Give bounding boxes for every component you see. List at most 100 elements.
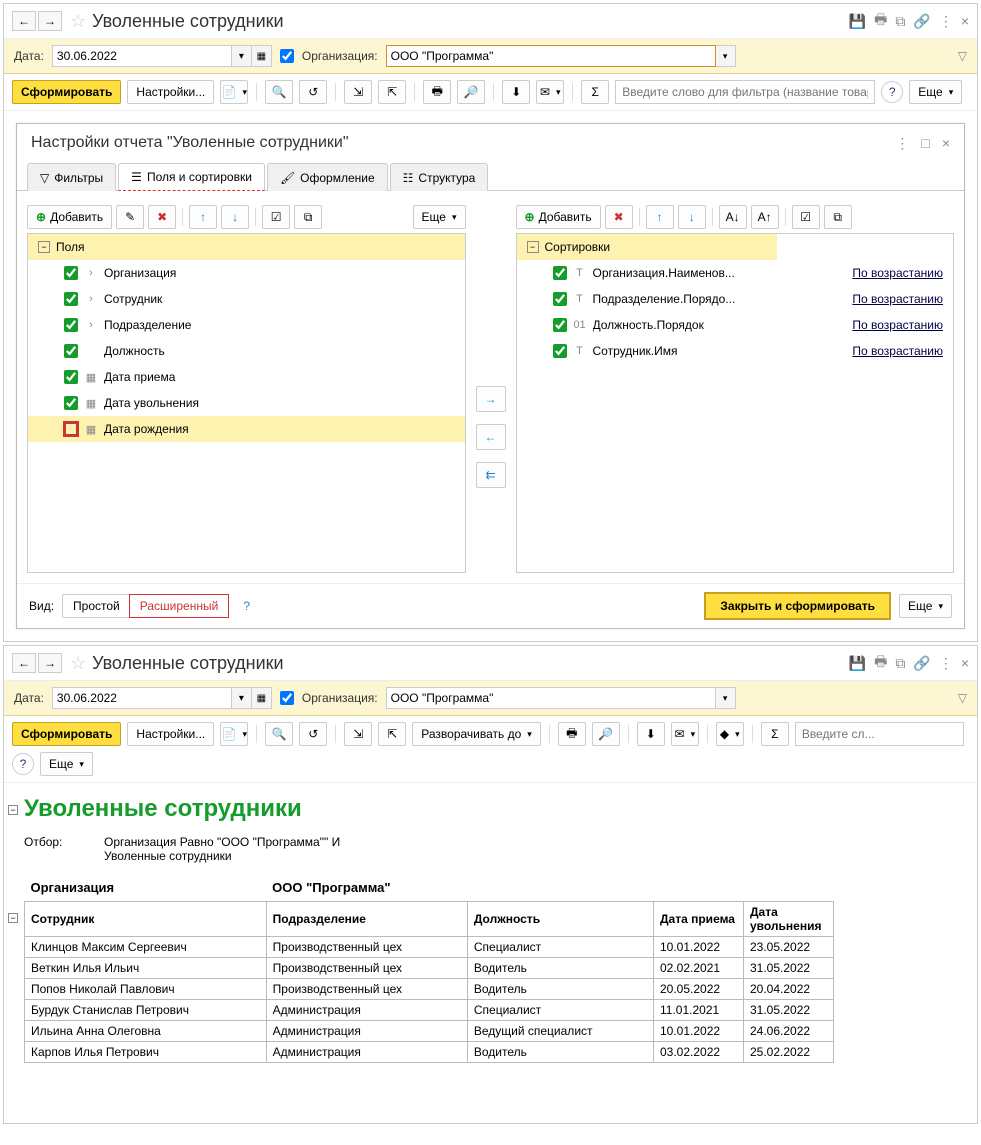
more-icon[interactable]: ⋮ bbox=[939, 13, 953, 30]
sort-list[interactable]: − Сортировки ТОрганизация.Наименов...По … bbox=[516, 233, 955, 573]
save-file-button[interactable]: ⬇ bbox=[502, 80, 530, 104]
more-button[interactable]: Еще▾ bbox=[909, 80, 962, 104]
expand-button[interactable]: ⇲ bbox=[344, 722, 372, 746]
collapse-button[interactable]: ⇱ bbox=[378, 722, 406, 746]
fields-copy-button[interactable]: ⧉ bbox=[294, 205, 322, 229]
fields-checkall-button[interactable]: ☑ bbox=[262, 205, 290, 229]
sort-checkbox[interactable] bbox=[553, 318, 567, 332]
sort-copy-button[interactable]: ⧉ bbox=[824, 205, 852, 229]
field-row[interactable]: ›Подразделение bbox=[28, 312, 465, 338]
expand-to-button[interactable]: Разворачивать до▾ bbox=[412, 722, 541, 746]
filter-text-input[interactable] bbox=[795, 722, 964, 746]
sort-row[interactable]: ТПодразделение.Порядо...По возрастанию bbox=[517, 286, 954, 312]
field-checkbox[interactable] bbox=[64, 396, 78, 410]
help-link[interactable]: ? bbox=[243, 599, 250, 613]
dialog-maximize-icon[interactable]: □ bbox=[921, 135, 929, 152]
email-button[interactable]: ✉▾ bbox=[536, 80, 564, 104]
search-back-button[interactable]: ↺ bbox=[299, 80, 327, 104]
fields-edit-button[interactable]: ✎ bbox=[116, 205, 144, 229]
sort-checkbox[interactable] bbox=[553, 292, 567, 306]
field-row[interactable]: ›Организация bbox=[28, 260, 465, 286]
fields-delete-button[interactable]: ✖ bbox=[148, 205, 176, 229]
table-row[interactable]: Бурдук Станислав ПетровичАдминистрацияСп… bbox=[25, 1000, 834, 1021]
filter-funnel-icon[interactable]: ▽ bbox=[958, 49, 967, 63]
fields-add-button[interactable]: ⊕ Добавить bbox=[27, 205, 112, 229]
table-row[interactable]: Ильина Анна ОлеговнаАдминистрацияВедущий… bbox=[25, 1021, 834, 1042]
help-button[interactable]: ? bbox=[881, 81, 903, 103]
field-row[interactable]: ▦Дата приема bbox=[28, 364, 465, 390]
sort-add-button[interactable]: ⊕ Добавить bbox=[516, 205, 601, 229]
print-button[interactable]: 🖶 bbox=[558, 722, 586, 746]
sort-checkbox[interactable] bbox=[553, 344, 567, 358]
search-back-button[interactable]: ↺ bbox=[299, 722, 327, 746]
settings-more-button[interactable]: 📄▾ bbox=[220, 722, 248, 746]
save-file-button[interactable]: ⬇ bbox=[637, 722, 665, 746]
collapse-button[interactable]: ⇱ bbox=[378, 80, 406, 104]
field-row[interactable]: ›Сотрудник bbox=[28, 286, 465, 312]
org-input[interactable] bbox=[386, 687, 716, 709]
table-row[interactable]: Попов Николай ПавловичПроизводственный ц… bbox=[25, 979, 834, 1000]
org-enable-checkbox[interactable] bbox=[280, 691, 294, 705]
search-button[interactable]: 🔍 bbox=[265, 80, 293, 104]
fields-up-button[interactable]: ↑ bbox=[189, 205, 217, 229]
sum-button[interactable]: Σ bbox=[581, 80, 609, 104]
table-row[interactable]: Веткин Илья ИльичПроизводственный цехВод… bbox=[25, 958, 834, 979]
tab-filters[interactable]: ▽Фильтры bbox=[27, 163, 116, 191]
filter-text-input[interactable] bbox=[615, 80, 875, 104]
external-icon[interactable]: ⧉ bbox=[895, 655, 905, 672]
field-checkbox[interactable] bbox=[64, 422, 78, 436]
form-button[interactable]: Сформировать bbox=[12, 80, 121, 104]
org-dropdown-button[interactable]: ▾ bbox=[716, 687, 736, 709]
collapse-icon[interactable]: − bbox=[527, 241, 539, 253]
email-button[interactable]: ✉▾ bbox=[671, 722, 699, 746]
table-row[interactable]: Карпов Илья ПетровичАдминистрацияВодител… bbox=[25, 1042, 834, 1063]
tab-structure[interactable]: ☷Структура bbox=[390, 163, 489, 191]
nav-forward-button[interactable]: → bbox=[38, 11, 62, 31]
date-input[interactable] bbox=[52, 45, 232, 67]
sort-checkall-button[interactable]: ☑ bbox=[792, 205, 820, 229]
table-row[interactable]: Клинцов Максим СергеевичПроизводственный… bbox=[25, 937, 834, 958]
help-button[interactable]: ? bbox=[12, 753, 34, 775]
save-icon[interactable]: 💾 bbox=[849, 655, 866, 672]
sort-header-row[interactable]: − Сортировки bbox=[517, 234, 777, 260]
nav-back-button[interactable]: ← bbox=[12, 653, 36, 673]
preview-button[interactable]: 🔎 bbox=[592, 722, 620, 746]
fields-more-button[interactable]: Еще▾ bbox=[413, 205, 466, 229]
sort-delete-button[interactable]: ✖ bbox=[605, 205, 633, 229]
sort-asc-button[interactable]: A↓ bbox=[719, 205, 747, 229]
view-extended-button[interactable]: Расширенный bbox=[129, 594, 230, 618]
fields-down-button[interactable]: ↓ bbox=[221, 205, 249, 229]
sort-row[interactable]: ТСотрудник.ИмяПо возрастанию bbox=[517, 338, 954, 364]
org-enable-checkbox[interactable] bbox=[280, 49, 294, 63]
date-calendar-button[interactable]: ▦ bbox=[252, 687, 272, 709]
view-simple-button[interactable]: Простой bbox=[63, 595, 130, 617]
collapse-icon[interactable]: − bbox=[38, 241, 50, 253]
field-checkbox[interactable] bbox=[64, 266, 78, 280]
date-calendar-button[interactable]: ▦ bbox=[252, 45, 272, 67]
sort-direction-link[interactable]: По возрастанию bbox=[852, 344, 943, 358]
field-row[interactable]: ▦Дата рождения bbox=[28, 416, 465, 442]
favorite-icon[interactable]: ☆ bbox=[70, 11, 86, 32]
settings-button[interactable]: Настройки... bbox=[127, 80, 214, 104]
sort-up-button[interactable]: ↑ bbox=[646, 205, 674, 229]
settings-button[interactable]: Настройки... bbox=[127, 722, 214, 746]
sort-direction-link[interactable]: По возрастанию bbox=[852, 318, 943, 332]
expand-button[interactable]: ⇲ bbox=[344, 80, 372, 104]
org-dropdown-button[interactable]: ▾ bbox=[716, 45, 736, 67]
external-icon[interactable]: ⧉ bbox=[895, 13, 905, 30]
fields-header-row[interactable]: − Поля bbox=[28, 234, 465, 260]
close-icon[interactable]: × bbox=[961, 13, 969, 29]
more-icon[interactable]: ⋮ bbox=[939, 655, 953, 672]
nav-forward-button[interactable]: → bbox=[38, 653, 62, 673]
tab-design[interactable]: 🖌Оформление bbox=[267, 163, 388, 191]
outline-toggle-1[interactable]: − bbox=[8, 805, 18, 815]
field-checkbox[interactable] bbox=[64, 292, 78, 306]
sum-button[interactable]: Σ bbox=[761, 722, 789, 746]
field-checkbox[interactable] bbox=[64, 344, 78, 358]
outline-toggle-2[interactable]: − bbox=[8, 913, 18, 923]
link-icon[interactable]: 🔗 bbox=[913, 13, 930, 30]
tab-fields[interactable]: ☰Поля и сортировки bbox=[118, 163, 265, 191]
settings-more-button[interactable]: 📄▾ bbox=[220, 80, 248, 104]
footer-more-button[interactable]: Еще▾ bbox=[899, 594, 952, 618]
save-icon[interactable]: 💾 bbox=[849, 13, 866, 30]
